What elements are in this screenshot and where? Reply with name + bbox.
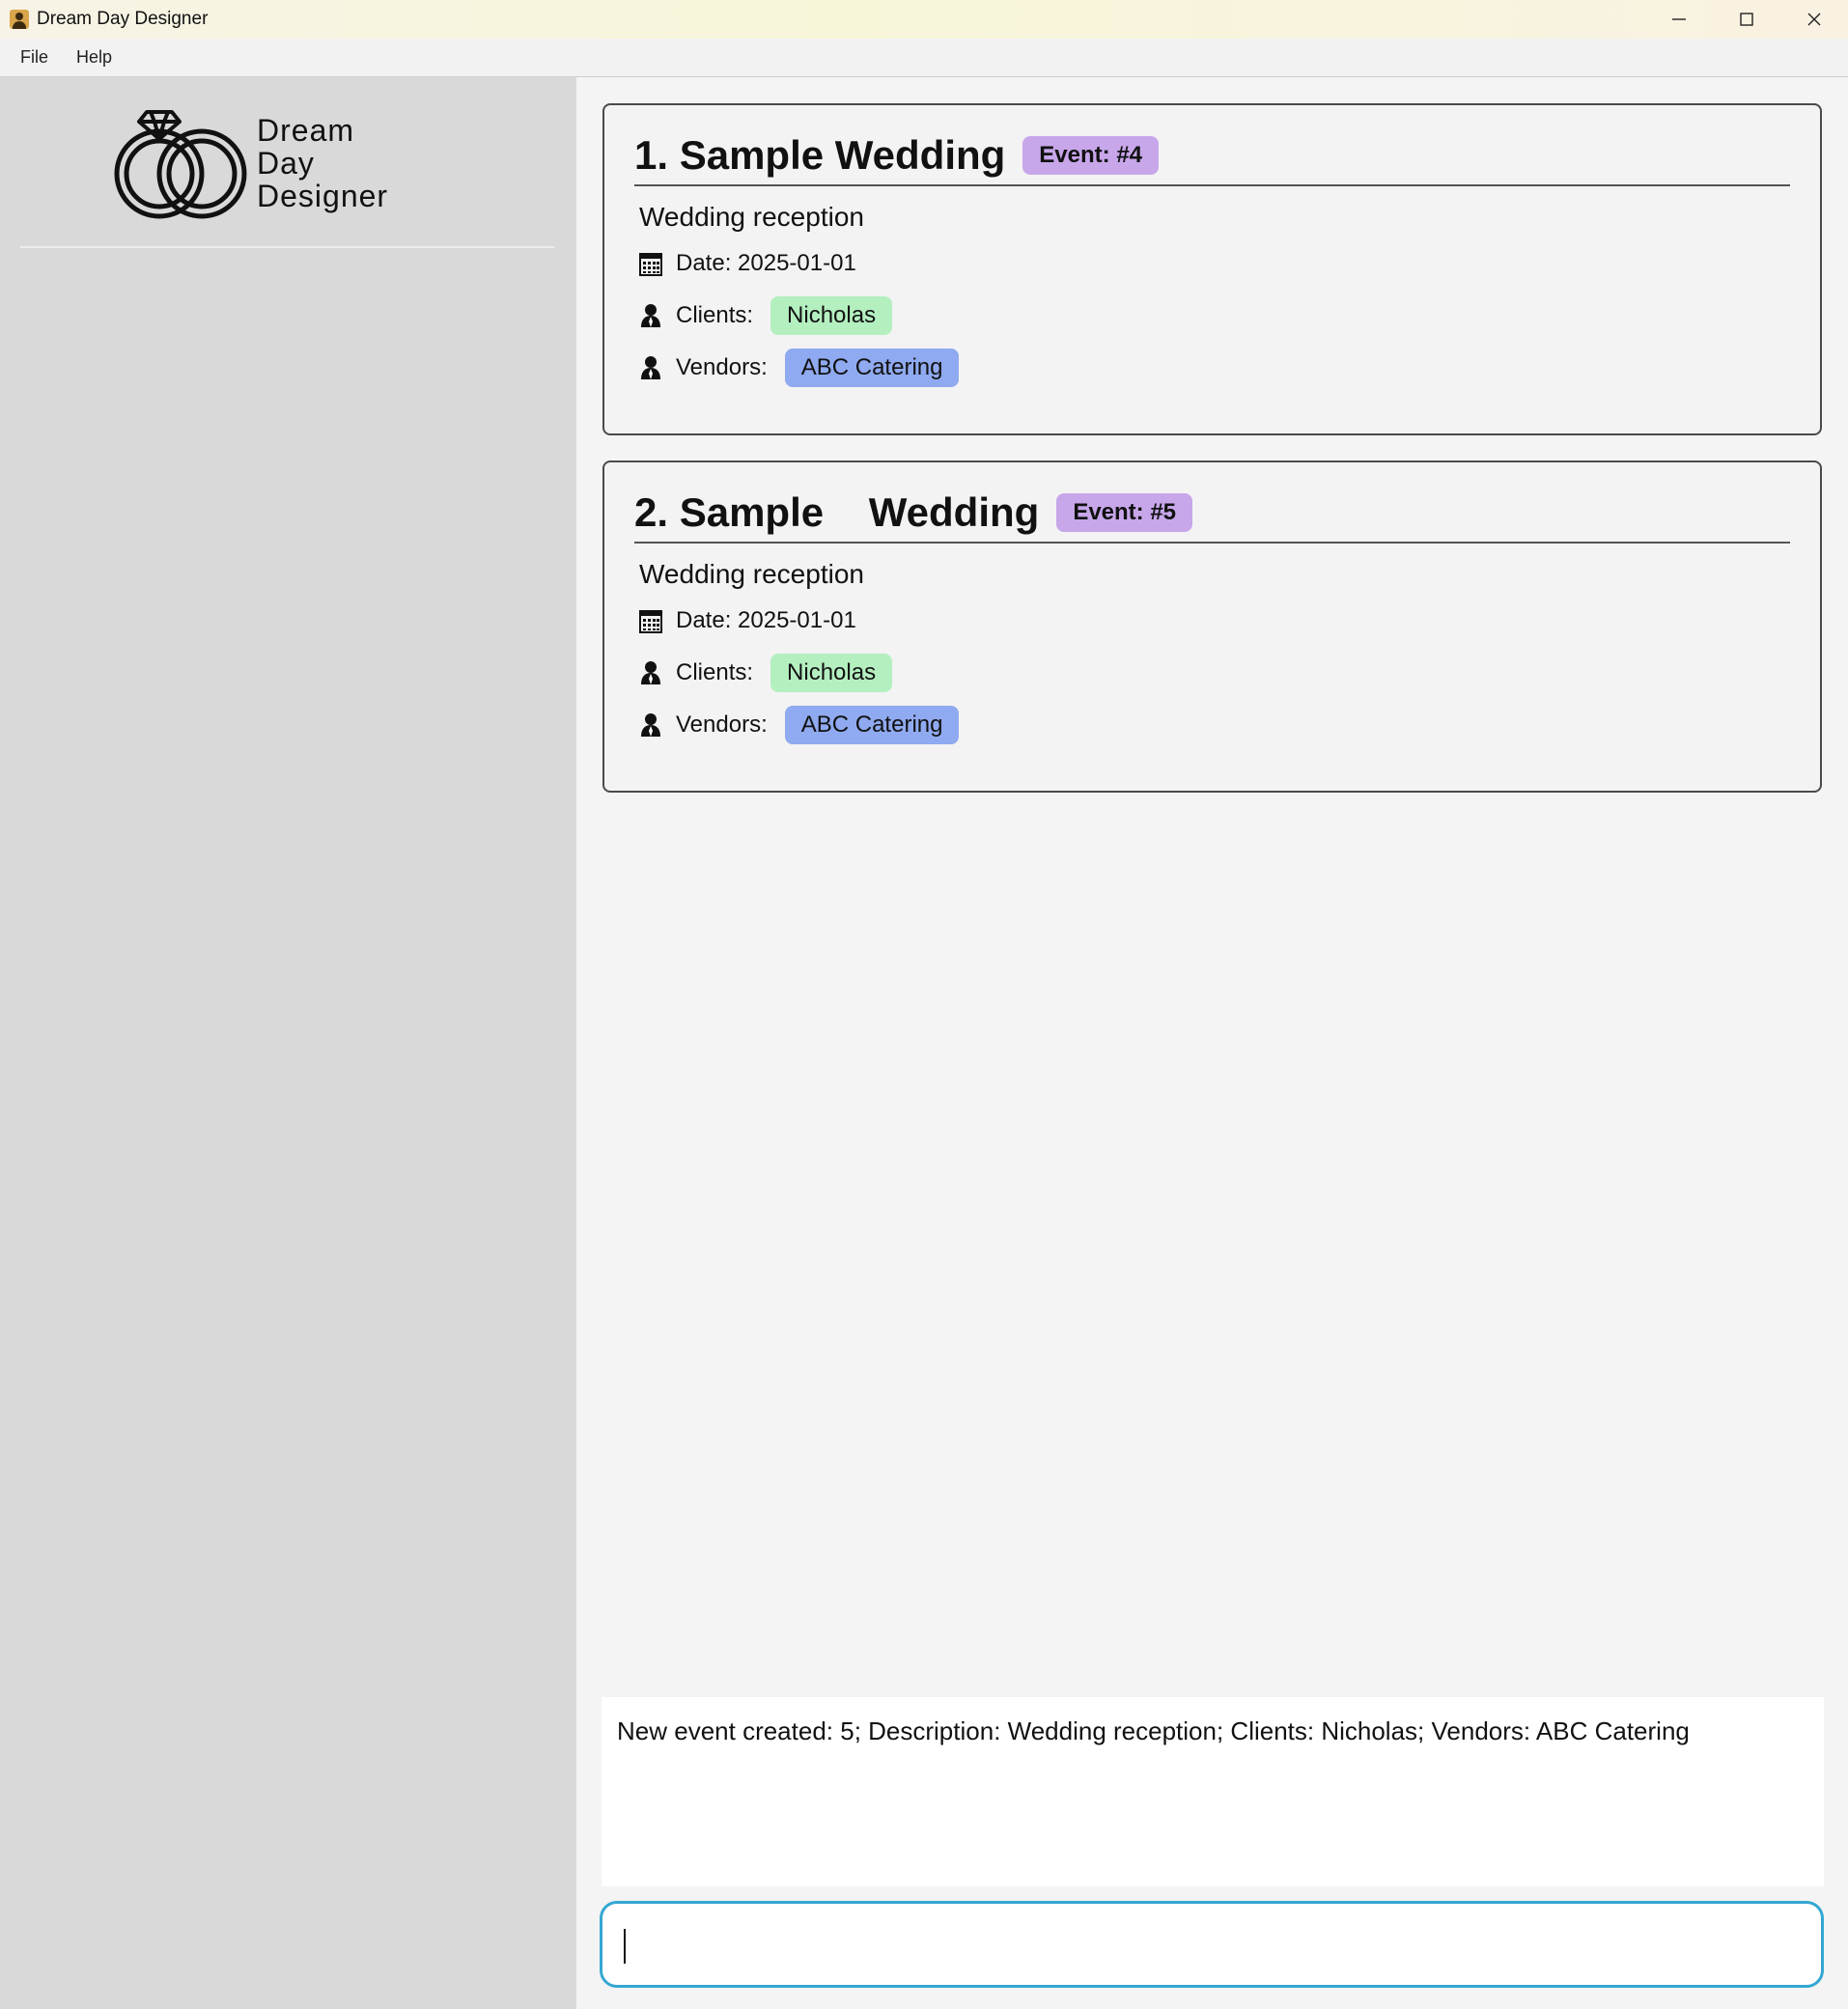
client-tag: Nicholas (770, 296, 893, 335)
result-message: New event created: 5; Description: Weddi… (617, 1716, 1690, 1745)
event-card-header: 1. Sample Wedding Event: #4 (634, 132, 1790, 186)
vendor-tag: ABC Catering (784, 706, 960, 744)
command-input[interactable] (600, 1901, 1824, 1988)
event-card[interactable]: 1. Sample Wedding Event: #4 Wedding rece… (602, 103, 1822, 435)
app-icon (10, 10, 29, 29)
vendor-tag: ABC Catering (784, 349, 960, 387)
logo-line-3: Designer (257, 179, 389, 213)
close-button[interactable] (1780, 0, 1848, 39)
event-date: Date: 2025-01-01 (676, 607, 856, 633)
title-bar: Dream Day Designer (0, 0, 1848, 39)
event-clients-row: Clients: Nicholas (639, 654, 893, 692)
event-date-row: Date: 2025-01-01 (639, 601, 856, 640)
event-description: Wedding reception (639, 559, 864, 589)
event-title: 1. Sample Wedding (634, 132, 1006, 178)
event-card[interactable]: 2. Sample Wedding Event: #5 Wedding rece… (602, 460, 1822, 793)
person-icon (641, 713, 660, 737)
person-icon (641, 356, 660, 379)
minimize-button[interactable] (1645, 0, 1713, 39)
logo: Dream Day Designer (114, 108, 404, 224)
event-id-badge: Event: #4 (1022, 136, 1160, 175)
clients-label: Clients: (676, 659, 754, 685)
person-icon (641, 661, 660, 684)
window-title: Dream Day Designer (37, 9, 209, 29)
event-id-badge: Event: #5 (1056, 493, 1193, 532)
logo-text: Dream Day Designer (257, 114, 388, 212)
event-clients-row: Clients: Nicholas (639, 296, 893, 335)
event-vendors-row: Vendors: ABC Catering (639, 349, 960, 387)
close-icon (1807, 13, 1821, 26)
menu-bar: File Help (0, 39, 1848, 77)
window-controls (1645, 0, 1848, 39)
client-tag: Nicholas (770, 654, 893, 692)
menu-help[interactable]: Help (76, 47, 112, 68)
logo-line-1: Dream (257, 113, 355, 148)
event-card-header: 2. Sample Wedding Event: #5 (634, 489, 1790, 544)
result-display[interactable]: New event created: 5; Description: Weddi… (602, 1697, 1824, 1886)
vendors-label: Vendors: (676, 354, 768, 380)
text-cursor (624, 1929, 626, 1964)
calendar-icon (639, 610, 662, 633)
wedding-rings-icon (114, 110, 247, 219)
event-date: Date: 2025-01-01 (676, 250, 856, 276)
maximize-button[interactable] (1713, 0, 1780, 39)
event-date-row: Date: 2025-01-01 (639, 244, 856, 283)
menu-file[interactable]: File (20, 47, 48, 68)
person-icon (641, 304, 660, 327)
vendors-label: Vendors: (676, 712, 768, 738)
calendar-icon (639, 253, 662, 276)
maximize-icon (1740, 13, 1753, 26)
minimize-icon (1672, 18, 1686, 20)
main-panel: 1. Sample Wedding Event: #4 Wedding rece… (576, 77, 1848, 2009)
event-vendors-row: Vendors: ABC Catering (639, 706, 960, 744)
sidebar: Dream Day Designer (0, 77, 576, 2009)
event-title: 2. Sample Wedding (634, 489, 1040, 535)
logo-line-2: Day (257, 146, 315, 181)
event-description: Wedding reception (639, 202, 864, 232)
clients-label: Clients: (676, 302, 754, 328)
sidebar-divider (20, 246, 554, 248)
